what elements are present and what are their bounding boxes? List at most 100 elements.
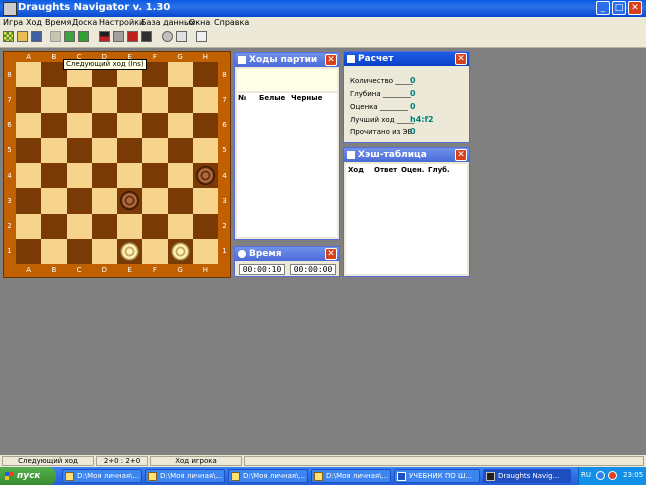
board-square[interactable] [91, 213, 117, 239]
board-square[interactable] [167, 188, 193, 214]
board-square[interactable] [167, 112, 193, 138]
board-square[interactable] [91, 112, 117, 138]
board-square[interactable] [91, 238, 117, 264]
board-square[interactable] [167, 213, 193, 239]
board-square[interactable] [16, 87, 42, 113]
board-square[interactable] [66, 137, 92, 163]
calc-window-close-button[interactable]: ✕ [455, 53, 467, 65]
board-square[interactable] [16, 213, 42, 239]
board-square[interactable] [117, 112, 143, 138]
maximize-button[interactable]: □ [612, 1, 626, 15]
board-square[interactable] [117, 137, 143, 163]
start-button[interactable]: пуск [0, 467, 56, 485]
language-indicator[interactable]: RU [581, 471, 591, 479]
time-window-caption[interactable]: Время ✕ [235, 247, 339, 261]
board-square[interactable] [192, 112, 218, 138]
security-alert-icon[interactable] [608, 471, 617, 480]
board-square[interactable] [192, 213, 218, 239]
white-draught-piece[interactable] [120, 241, 139, 261]
settings-icon[interactable] [176, 31, 187, 42]
board-square[interactable] [16, 62, 42, 88]
time-window-close-button[interactable]: ✕ [325, 248, 337, 260]
board-square[interactable] [66, 87, 92, 113]
black-pieces-icon[interactable] [99, 31, 110, 42]
black-draught-piece[interactable] [195, 166, 215, 185]
app-icon[interactable] [3, 2, 17, 16]
board-square[interactable] [16, 238, 42, 264]
board-square[interactable] [91, 163, 117, 189]
moves-window-close-button[interactable]: ✕ [325, 54, 337, 66]
board-square[interactable] [91, 137, 117, 163]
board-square[interactable] [192, 87, 218, 113]
next-move-icon[interactable] [64, 31, 75, 42]
board-square[interactable] [192, 238, 218, 264]
board-square[interactable] [66, 188, 92, 214]
board-square[interactable] [167, 87, 193, 113]
board-square[interactable] [16, 188, 42, 214]
taskbar-item-1[interactable]: D:\Моя личная\... [62, 469, 142, 483]
open-folder-icon[interactable] [17, 31, 28, 42]
board-square[interactable] [142, 137, 168, 163]
menu-time[interactable]: Время [45, 17, 71, 28]
taskbar-item-2[interactable]: D:\Моя личная\... [145, 469, 225, 483]
board-square[interactable] [167, 137, 193, 163]
board-red-icon[interactable] [127, 31, 138, 42]
menu-board[interactable]: Доска [72, 17, 97, 28]
board-square[interactable] [142, 112, 168, 138]
taskbar-item-4[interactable]: D:\Моя личная\... [311, 469, 391, 483]
board-square[interactable] [66, 112, 92, 138]
taskbar-item-draughts[interactable]: Draughts Navig... [483, 469, 571, 483]
save-icon[interactable] [31, 31, 42, 42]
board-square[interactable] [66, 163, 92, 189]
board-square[interactable] [142, 238, 168, 264]
taskbar-item-3[interactable]: D:\Моя личная\... [228, 469, 308, 483]
board-square[interactable] [142, 213, 168, 239]
board-square[interactable] [41, 188, 67, 214]
board-square[interactable] [117, 213, 143, 239]
menu-settings[interactable]: Настройки [99, 17, 144, 28]
board-square[interactable] [41, 163, 67, 189]
board-square[interactable] [41, 137, 67, 163]
board-square[interactable] [41, 213, 67, 239]
hash-table[interactable]: Ход Ответ Оцен. Глуб. [346, 164, 467, 274]
board-square[interactable] [117, 87, 143, 113]
stop-icon[interactable] [162, 31, 173, 42]
board-square[interactable] [41, 112, 67, 138]
hash-window-close-button[interactable]: ✕ [455, 149, 467, 161]
hash-window-caption[interactable]: Хэш-таблица ✕ [344, 148, 469, 162]
binoculars-icon[interactable] [141, 31, 152, 42]
taskbar-item-word[interactable]: УЧЕБНИК ПО Ш... [394, 469, 480, 483]
board-square[interactable] [91, 188, 117, 214]
board-square[interactable] [192, 188, 218, 214]
menu-game[interactable]: Игра [3, 17, 23, 28]
flag-icon[interactable] [113, 31, 124, 42]
board-square[interactable] [167, 163, 193, 189]
board-square[interactable] [16, 112, 42, 138]
board-square[interactable] [142, 163, 168, 189]
menu-database[interactable]: База данных [141, 17, 195, 28]
menu-windows[interactable]: Окна [189, 17, 210, 28]
board-square[interactable] [117, 163, 143, 189]
board-square[interactable] [192, 137, 218, 163]
undo-icon[interactable] [78, 31, 89, 42]
board-square[interactable] [192, 62, 218, 88]
draughts-board[interactable] [16, 62, 218, 264]
menu-move[interactable]: Ход [26, 17, 42, 28]
white-draught-piece[interactable] [170, 241, 190, 261]
previous-move-icon[interactable] [50, 31, 61, 42]
new-game-icon[interactable] [3, 31, 14, 42]
board-square[interactable] [66, 213, 92, 239]
board-square[interactable] [16, 137, 42, 163]
close-button[interactable]: ✕ [628, 1, 642, 15]
menu-help[interactable]: Справка [214, 17, 249, 28]
network-icon[interactable] [596, 471, 605, 480]
board-square[interactable] [167, 62, 193, 88]
board-square[interactable] [142, 188, 168, 214]
board-square[interactable] [91, 87, 117, 113]
calc-window-caption[interactable]: Расчет ✕ [344, 52, 469, 66]
board-square[interactable] [16, 163, 42, 189]
board-square[interactable] [66, 238, 92, 264]
board-square[interactable] [41, 87, 67, 113]
board-square[interactable] [142, 87, 168, 113]
moves-list[interactable]: № Белые Черные [237, 93, 337, 237]
